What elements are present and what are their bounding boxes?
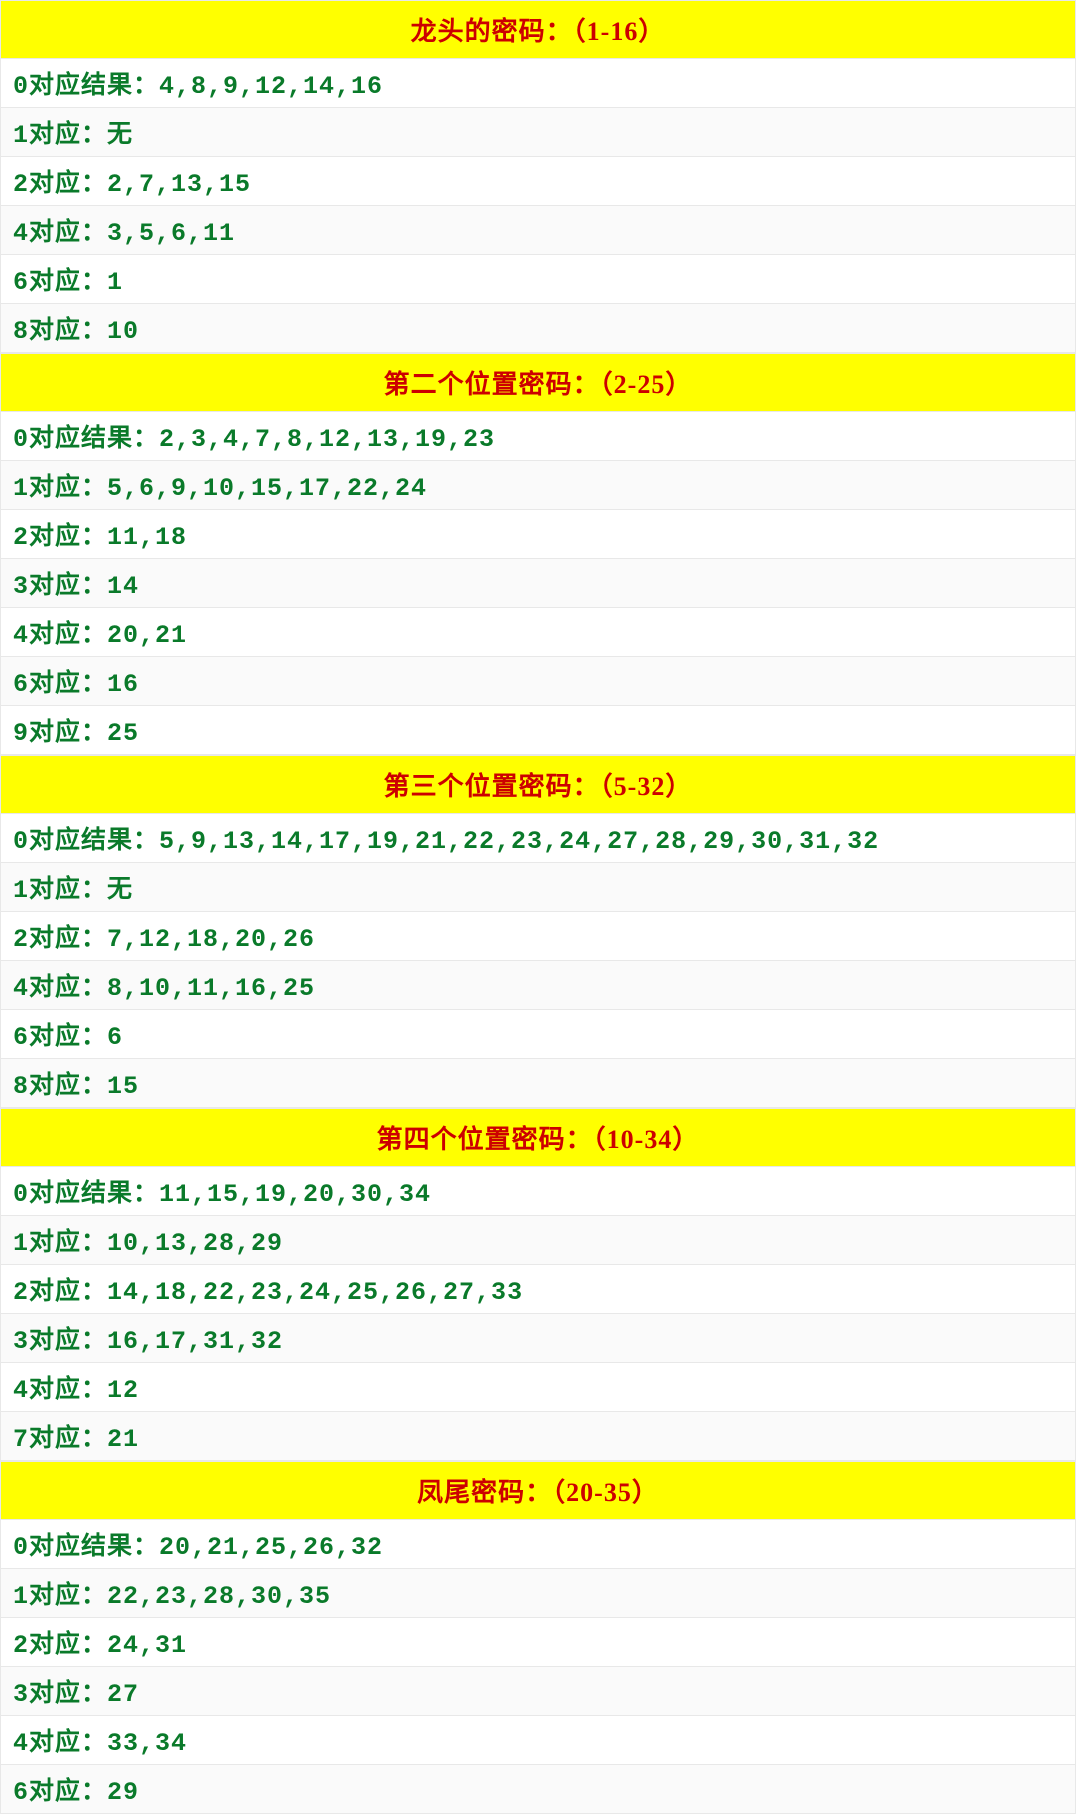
data-row: 2对应：2,7,13,15 xyxy=(0,157,1076,206)
data-row: 1对应：无 xyxy=(0,108,1076,157)
data-row: 4对应：20,21 xyxy=(0,608,1076,657)
data-row: 4对应：3,5,6,11 xyxy=(0,206,1076,255)
data-row: 1对应：5,6,9,10,15,17,22,24 xyxy=(0,461,1076,510)
section-header: 第四个位置密码：（10-34） xyxy=(0,1108,1076,1167)
data-row: 3对应：16,17,31,32 xyxy=(0,1314,1076,1363)
data-row: 0对应结果：4,8,9,12,14,16 xyxy=(0,59,1076,108)
data-row: 6对应：29 xyxy=(0,1765,1076,1814)
data-row: 6对应：1 xyxy=(0,255,1076,304)
section-0: 龙头的密码：（1-16）0对应结果：4,8,9,12,14,161对应：无2对应… xyxy=(0,0,1076,353)
data-row: 0对应结果：20,21,25,26,32 xyxy=(0,1520,1076,1569)
data-row: 4对应：33,34 xyxy=(0,1716,1076,1765)
data-row: 3对应：27 xyxy=(0,1667,1076,1716)
data-row: 7对应：21 xyxy=(0,1412,1076,1461)
section-3: 第四个位置密码：（10-34）0对应结果：11,15,19,20,30,341对… xyxy=(0,1108,1076,1461)
section-header: 第二个位置密码：（2-25） xyxy=(0,353,1076,412)
data-row: 3对应：14 xyxy=(0,559,1076,608)
data-row: 6对应：16 xyxy=(0,657,1076,706)
data-row: 0对应结果：2,3,4,7,8,12,13,19,23 xyxy=(0,412,1076,461)
data-row: 1对应：无 xyxy=(0,863,1076,912)
section-4: 凤尾密码：（20-35）0对应结果：20,21,25,26,321对应：22,2… xyxy=(0,1461,1076,1814)
data-row: 0对应结果：5,9,13,14,17,19,21,22,23,24,27,28,… xyxy=(0,814,1076,863)
data-row: 6对应：6 xyxy=(0,1010,1076,1059)
section-header: 龙头的密码：（1-16） xyxy=(0,0,1076,59)
section-header: 凤尾密码：（20-35） xyxy=(0,1461,1076,1520)
data-row: 2对应：7,12,18,20,26 xyxy=(0,912,1076,961)
data-row: 2对应：24,31 xyxy=(0,1618,1076,1667)
data-row: 0对应结果：11,15,19,20,30,34 xyxy=(0,1167,1076,1216)
data-row: 4对应：12 xyxy=(0,1363,1076,1412)
data-row: 1对应：10,13,28,29 xyxy=(0,1216,1076,1265)
section-header: 第三个位置密码：（5-32） xyxy=(0,755,1076,814)
data-row: 8对应：10 xyxy=(0,304,1076,353)
data-row: 2对应：14,18,22,23,24,25,26,27,33 xyxy=(0,1265,1076,1314)
section-2: 第三个位置密码：（5-32）0对应结果：5,9,13,14,17,19,21,2… xyxy=(0,755,1076,1108)
data-row: 1对应：22,23,28,30,35 xyxy=(0,1569,1076,1618)
data-row: 2对应：11,18 xyxy=(0,510,1076,559)
data-row: 8对应：15 xyxy=(0,1059,1076,1108)
data-row: 9对应：25 xyxy=(0,706,1076,755)
data-row: 4对应：8,10,11,16,25 xyxy=(0,961,1076,1010)
section-1: 第二个位置密码：（2-25）0对应结果：2,3,4,7,8,12,13,19,2… xyxy=(0,353,1076,755)
